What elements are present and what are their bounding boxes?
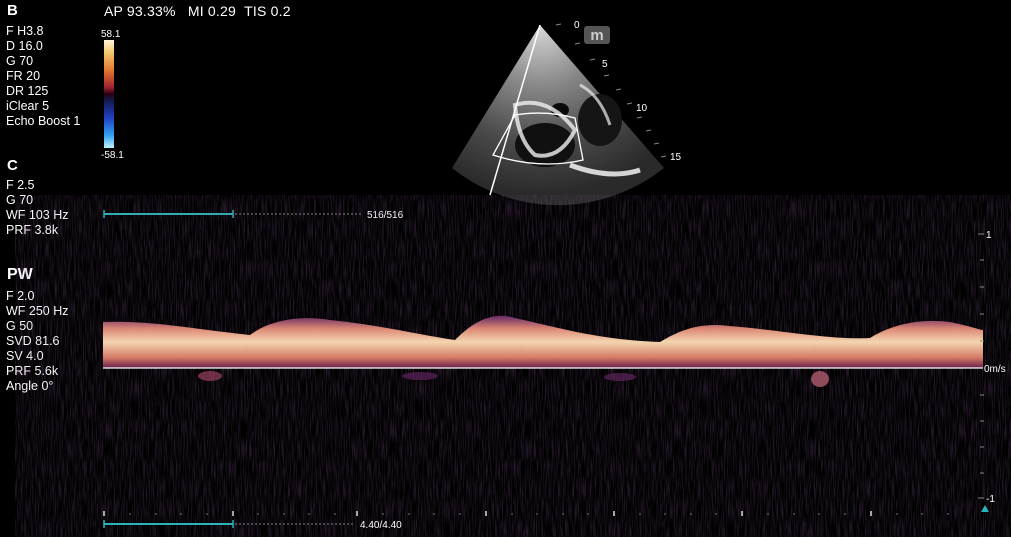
- velocity-scale-top-label: 1: [986, 230, 992, 241]
- depth-label: 0: [574, 20, 580, 31]
- depth-label: 5: [602, 59, 608, 70]
- b-mode-sector-image: [452, 24, 664, 206]
- depth-label: 15: [670, 152, 682, 163]
- cine-progress-top[interactable]: [103, 210, 362, 218]
- logo-letter: m: [590, 27, 603, 44]
- velocity-scale-bottom-label: -1: [986, 494, 995, 505]
- depth-label: 10: [636, 103, 648, 114]
- baseline-label: 0m/s: [984, 364, 1006, 375]
- cine-counter-top: 516/516: [367, 210, 404, 221]
- cine-counter-bottom: 4.40/4.40: [360, 520, 402, 531]
- graphics-layer: 0 5 10 15 m 516/516 1 0m/s -1 4.40/4.40: [103, 20, 1006, 531]
- doppler-spectrum: [103, 224, 983, 514]
- cine-progress-bottom[interactable]: [103, 520, 354, 528]
- orientation-marker-icon: m: [584, 26, 610, 44]
